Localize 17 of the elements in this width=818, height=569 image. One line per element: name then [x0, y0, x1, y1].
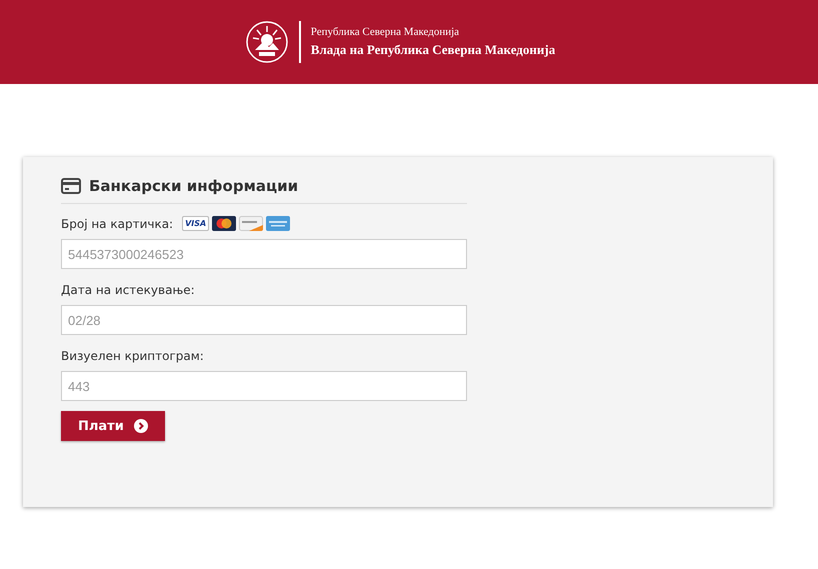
section-title: Банкарски информации: [89, 177, 298, 195]
card-logo: VISA: [182, 216, 210, 231]
input-field[interactable]: 5445373000246523: [61, 239, 467, 269]
field-label: Дата на истекување:: [61, 283, 195, 297]
pay-button[interactable]: Плати: [61, 411, 165, 441]
card-logo-icon: [212, 216, 236, 231]
card-logo-icon: [239, 216, 264, 231]
emblem-icon: [244, 20, 289, 64]
header-title: Влада на Република Северна Македонија: [310, 42, 556, 58]
card-logo-icon: [266, 216, 290, 231]
header-subtitle: Република Северна Македонија: [310, 26, 460, 38]
chevron-right-icon: [134, 419, 148, 433]
credit-card-icon: [61, 178, 81, 194]
input-field[interactable]: 443: [61, 371, 467, 401]
input-field[interactable]: 02/28: [61, 305, 467, 335]
field-label: Визуелен криптограм:: [61, 349, 204, 363]
field-label: Број на картичка:: [61, 216, 174, 230]
